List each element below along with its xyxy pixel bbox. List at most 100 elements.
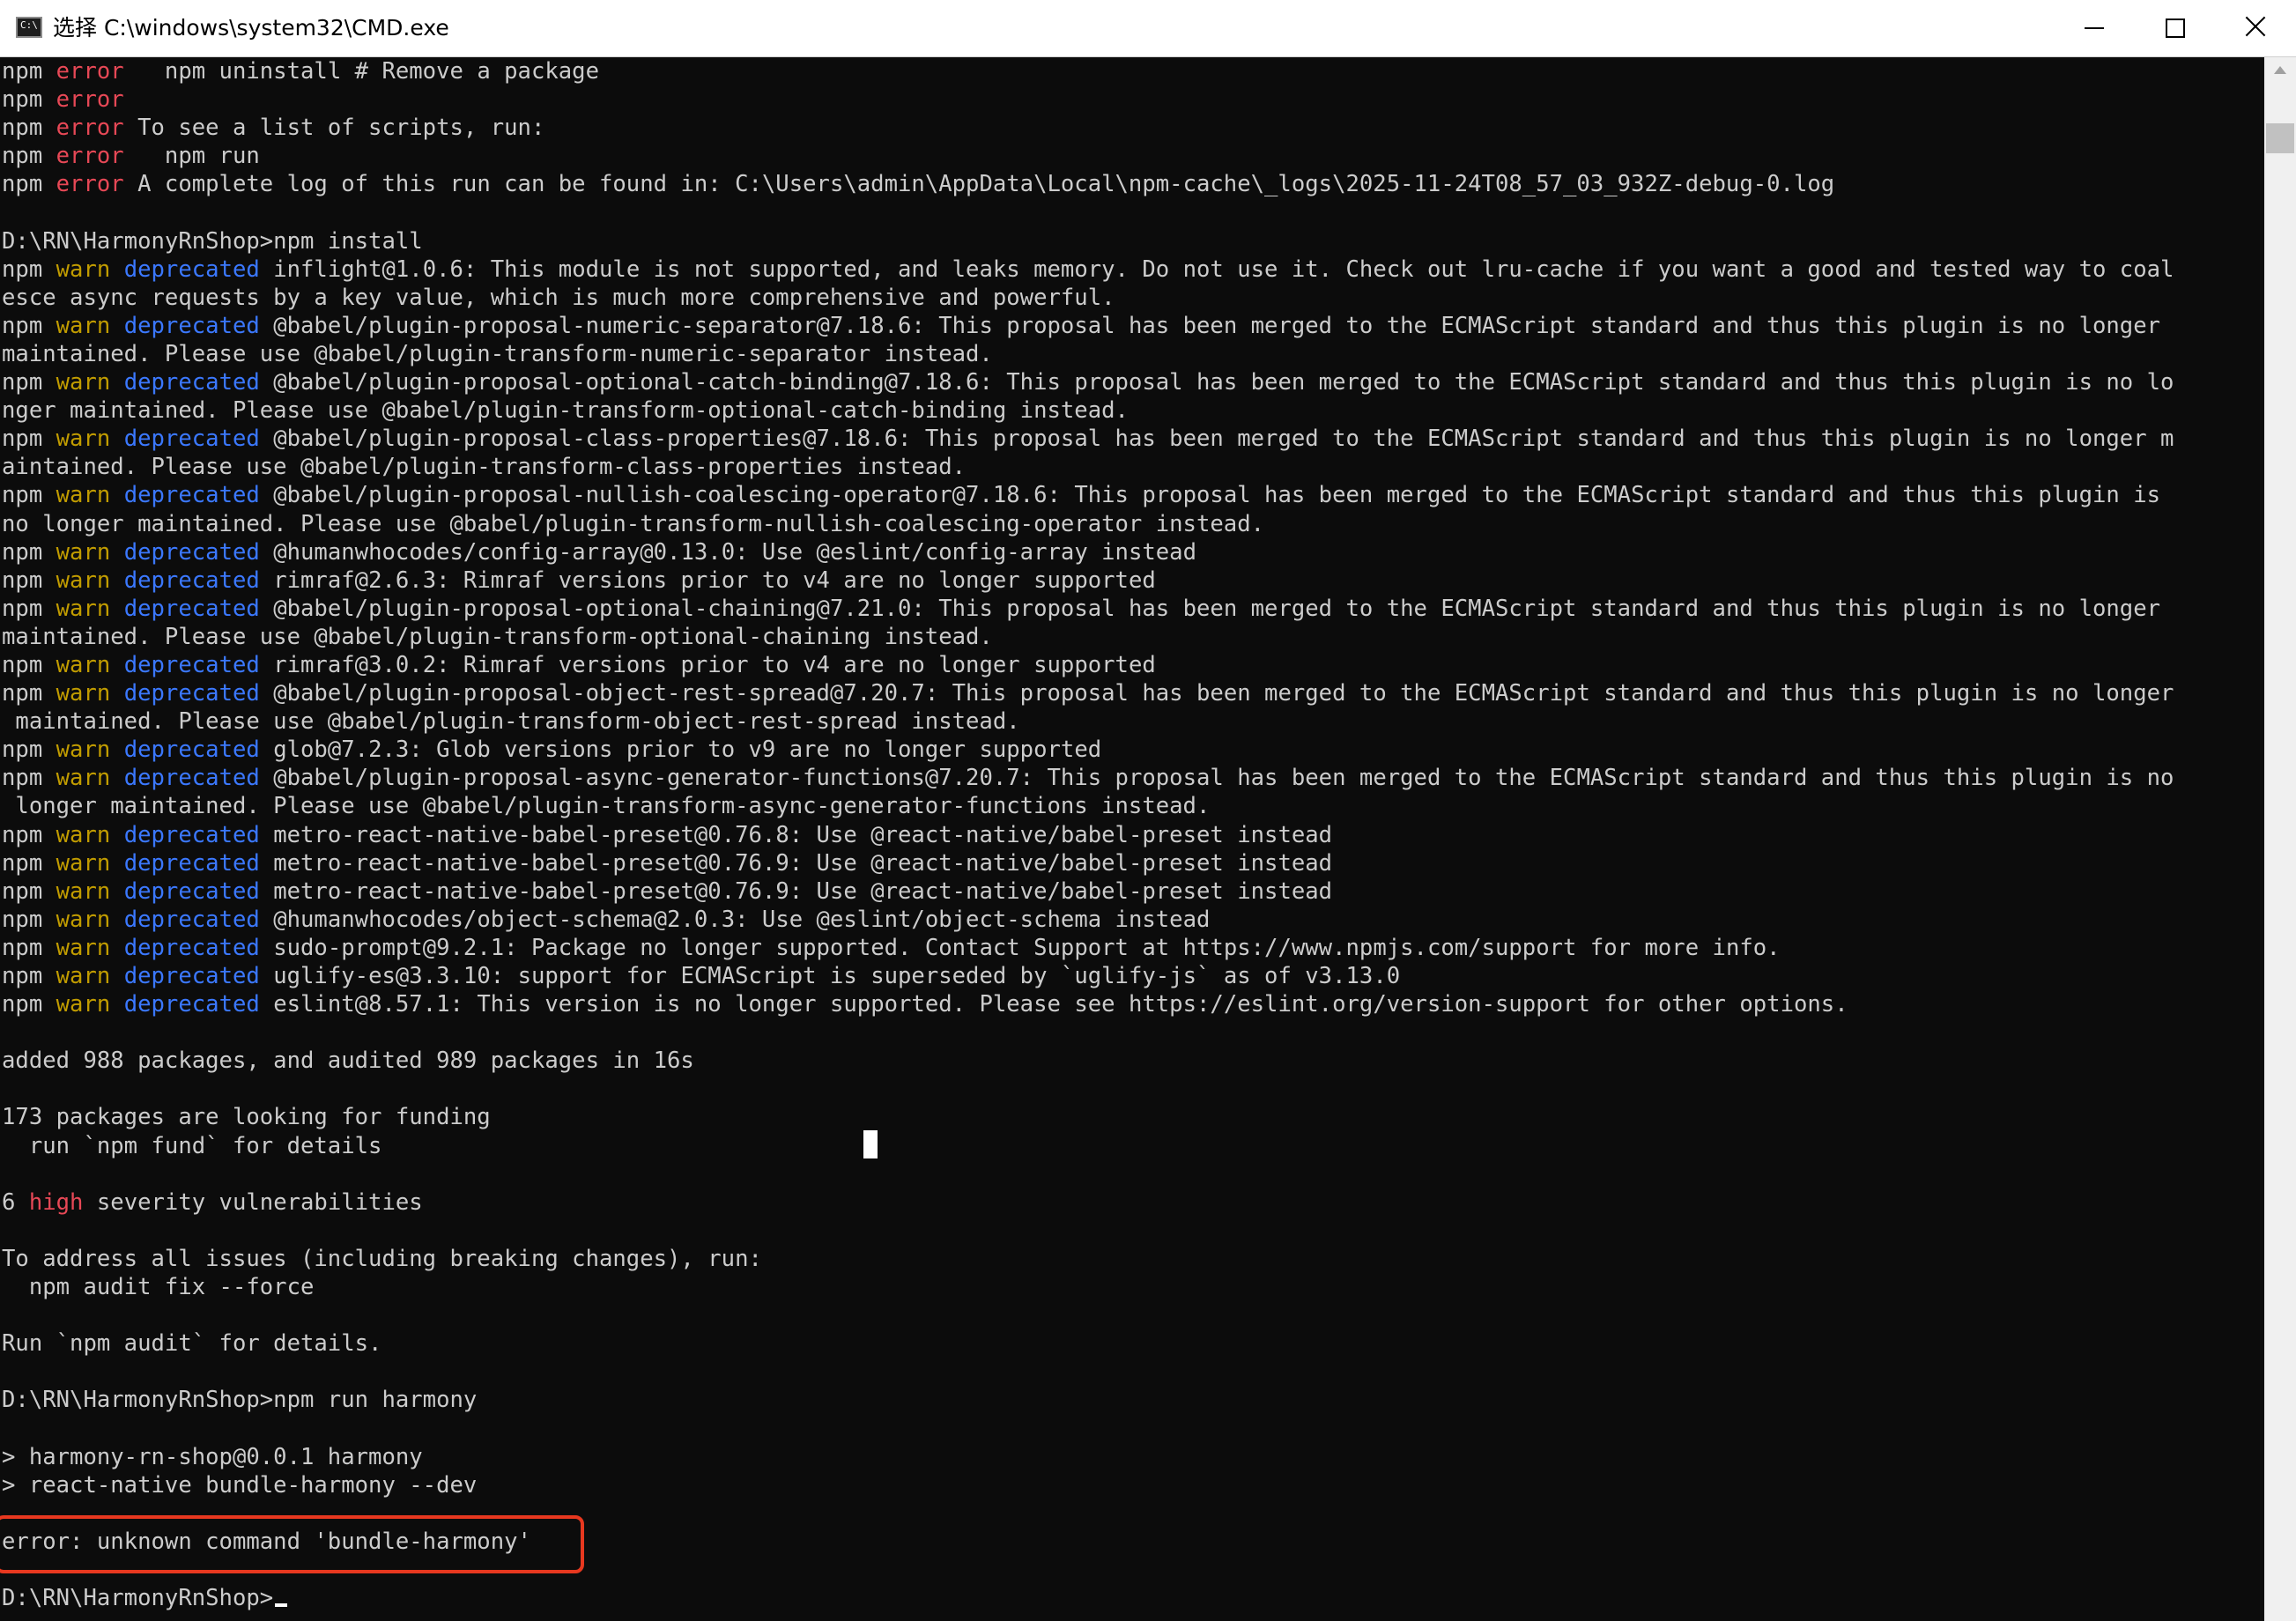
terminal-text-error: error [56,58,124,85]
terminal-line: npm error To see a list of scripts, run: [2,114,2174,142]
scrollbar-thumb[interactable] [2266,123,2294,153]
terminal-text-warn: warn [56,821,111,848]
terminal-line: npm warn deprecated @babel/plugin-propos… [2,312,2174,340]
terminal-text-dep: deprecated [123,255,260,283]
terminal-text-text: maintained. Please use @babel/plugin-tra… [2,340,993,367]
terminal-line: npm warn deprecated eslint@8.57.1: This … [2,990,2174,1018]
terminal-text-dep: deprecated [123,426,260,453]
scroll-up-arrow-icon[interactable] [2274,66,2286,74]
terminal-text-text: @babel/plugin-proposal-class-properties@… [259,426,2174,453]
terminal-text-text [110,850,123,877]
terminal-line: npm warn deprecated rimraf@2.6.3: Rimraf… [2,566,2174,595]
terminal-text-text: npm [2,369,56,396]
terminal-text-text: nger maintained. Please use @babel/plugi… [2,397,1129,425]
terminal-text-text: npm [2,312,56,339]
terminal-text-text: D:\RN\HarmonyRnShop>npm install [2,227,423,255]
console-output[interactable]: npm error npm uninstall # Remove a packa… [0,57,2264,1621]
terminal-line: D:\RN\HarmonyRnShop> [2,1584,2174,1612]
terminal-line: npm error npm run [2,142,2174,170]
vertical-scrollbar[interactable] [2264,57,2296,1621]
terminal-text-text: @babel/plugin-proposal-optional-catch-bi… [259,369,2174,396]
terminal-line: npm warn deprecated @humanwhocodes/objec… [2,906,2174,934]
terminal-text-error: error [56,115,124,142]
terminal-line: npm warn deprecated glob@7.2.3: Glob ver… [2,736,2174,764]
minimize-button[interactable] [2053,0,2134,56]
terminal-text-text: 173 packages are looking for funding [2,1104,491,1131]
terminal-text-warn: warn [56,566,111,594]
terminal-text-text: > harmony-rn-shop@0.0.1 harmony [2,1443,423,1470]
terminal-line: npm warn deprecated @humanwhocodes/confi… [2,538,2174,566]
terminal-text-warn: warn [56,963,111,989]
terminal-text-text [110,369,123,396]
terminal-text-warn: warn [56,426,111,453]
terminal-text-text [110,963,123,989]
terminal-line: npm warn deprecated sudo-prompt@9.2.1: P… [2,934,2174,962]
terminal-line: npm warn deprecated @babel/plugin-propos… [2,679,2174,707]
terminal-text-text [110,426,123,452]
terminal-text-warn: warn [56,482,111,509]
terminal-text-text: 6 [2,1188,29,1216]
terminal-text-text: npm [2,426,56,453]
terminal-text-text: severity vulnerabilities [83,1188,423,1216]
terminal-line: esce async requests by a key value, whic… [2,284,2174,312]
terminal-line: npm error [2,85,2174,114]
cmd-icon[interactable]: C:\ [16,17,42,38]
terminal-text-text: aintained. Please use @babel/plugin-tran… [2,454,967,481]
terminal-text-text [110,596,123,622]
terminal-line: run `npm fund` for details [2,1132,2174,1160]
terminal-line: npm warn deprecated @babel/plugin-propos… [2,368,2174,396]
terminal-line: npm error npm uninstall # Remove a packa… [2,57,2174,85]
terminal-line: nger maintained. Please use @babel/plugi… [2,396,2174,425]
terminal-line: npm warn deprecated @babel/plugin-propos… [2,425,2174,453]
terminal-text-warn: warn [56,991,111,1018]
terminal-text-text: @babel/plugin-proposal-object-rest-sprea… [259,680,2174,707]
terminal-line: npm warn deprecated metro-react-native-b… [2,821,2174,849]
terminal-line: npm warn deprecated uglify-es@3.3.10: su… [2,962,2174,990]
terminal-text-text: esce async requests by a key value, whic… [2,284,1115,311]
terminal-text-error: error [56,171,124,198]
terminal-text-text: maintained. Please use @babel/plugin-tra… [2,708,1020,736]
terminal-text-warn: warn [56,595,111,622]
terminal-text-text [110,539,123,566]
terminal-text-text: npm [2,482,56,509]
terminal-line: npm warn deprecated @babel/plugin-propos… [2,595,2174,623]
close-icon [2244,15,2267,38]
terminal-text-text: D:\RN\HarmonyRnShop>npm run harmony [2,1387,478,1414]
mouse-text-cursor [863,1130,878,1158]
terminal-text-text: npm [2,934,56,961]
terminal-text-dep: deprecated [123,963,260,989]
terminal-text-text: @humanwhocodes/config-array@0.13.0: Use … [259,538,1196,566]
terminal-text-text: eslint@8.57.1: This version is no longer… [259,991,1848,1018]
terminal-text-text: added 988 packages, and audited 989 pack… [2,1047,694,1075]
title-bar[interactable]: C:\ 选择 C:\windows\system32\CMD.exe [0,0,2296,57]
terminal-text-text [110,907,123,933]
terminal-line: Run `npm audit` for details. [2,1329,2174,1358]
terminal-text-warn: warn [56,312,111,339]
terminal-line: maintained. Please use @babel/plugin-tra… [2,340,2174,368]
terminal-text-text: @babel/plugin-proposal-optional-chaining… [259,595,2161,622]
terminal-text-text: npm [2,821,56,848]
terminal-text-text: npm audit fix --force [2,1274,315,1301]
terminal-text-text [110,736,123,763]
terminal-text-text [110,765,123,791]
terminal-text-warn: warn [56,906,111,933]
terminal-text-warn: warn [56,538,111,566]
terminal-text-dep: deprecated [123,538,260,566]
terminal-text-text: uglify-es@3.3.10: support for ECMAScript… [259,963,1401,989]
terminal-line: npm warn deprecated metro-react-native-b… [2,849,2174,877]
cmd-window: C:\ 选择 C:\windows\system32\CMD.exe npm e… [0,0,2296,1621]
terminal-text-text: npm [2,849,56,877]
terminal-text-text: npm [2,143,56,170]
terminal-text-text: @humanwhocodes/object-schema@2.0.3: Use … [259,906,1211,933]
terminal-text-warn: warn [56,736,111,764]
terminal-line: npm audit fix --force [2,1273,2174,1301]
maximize-button[interactable] [2134,0,2215,56]
close-button[interactable] [2215,0,2296,56]
